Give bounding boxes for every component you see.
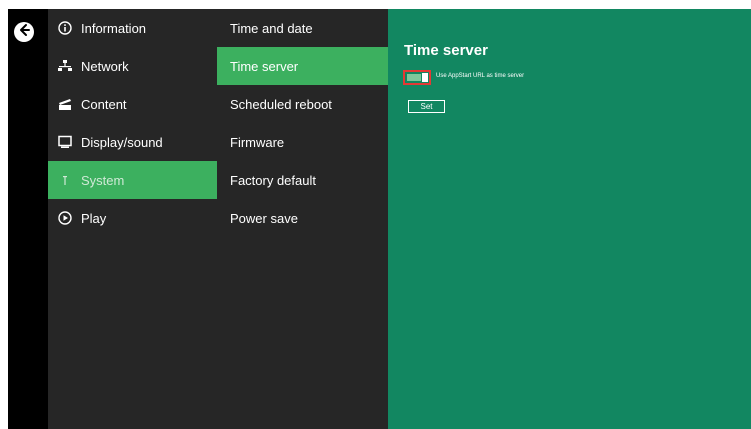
menu-item-network[interactable]: Network (48, 47, 217, 85)
menu-item-label: System (81, 172, 125, 188)
menu-item-label: Content (81, 96, 127, 112)
back-button[interactable] (14, 22, 34, 42)
display-icon (57, 134, 73, 150)
menu-item-play[interactable]: Play (48, 199, 217, 237)
toggle-knob (422, 73, 428, 82)
submenu-item-scheduled-reboot[interactable]: Scheduled reboot (217, 85, 388, 123)
submenu-item-label: Time server (230, 58, 299, 74)
submenu-item-firmware[interactable]: Firmware (217, 123, 388, 161)
submenu-item-label: Scheduled reboot (230, 96, 332, 112)
menu-item-label: Display/sound (81, 134, 163, 150)
toggle-track (407, 74, 421, 81)
submenu-item-power-save[interactable]: Power save (217, 199, 388, 237)
menu-item-content[interactable]: Content (48, 85, 217, 123)
set-button[interactable]: Set (408, 100, 445, 113)
network-icon (57, 58, 73, 74)
play-icon (57, 210, 73, 226)
system-icon (57, 172, 73, 188)
submenu-item-label: Time and date (230, 20, 313, 36)
back-arrow-icon (17, 23, 31, 42)
appstart-url-toggle[interactable] (403, 70, 431, 85)
submenu-item-label: Power save (230, 210, 298, 226)
submenu-item-time-and-date[interactable]: Time and date (217, 9, 388, 47)
secondary-menu: Time and date Time server Scheduled rebo… (217, 9, 388, 429)
info-icon (57, 20, 73, 36)
submenu-item-label: Factory default (230, 172, 316, 188)
back-column (8, 9, 48, 429)
settings-window: Information Network Content Display/soun… (8, 9, 751, 429)
toggle-label: Use AppStart URL as time server (436, 73, 525, 79)
menu-item-label: Network (81, 58, 129, 74)
content-icon (57, 96, 73, 112)
menu-item-display-sound[interactable]: Display/sound (48, 123, 217, 161)
submenu-item-factory-default[interactable]: Factory default (217, 161, 388, 199)
submenu-item-time-server[interactable]: Time server (217, 47, 388, 85)
menu-item-label: Information (81, 20, 147, 36)
menu-item-label: Play (81, 210, 107, 226)
panel-title: Time server (404, 42, 488, 59)
time-server-panel: Time server Use AppStart URL as time ser… (388, 9, 751, 429)
menu-item-information[interactable]: Information (48, 9, 217, 47)
submenu-item-label: Firmware (230, 134, 285, 150)
primary-menu: Information Network Content Display/soun… (48, 9, 217, 429)
menu-item-system[interactable]: System (48, 161, 217, 199)
